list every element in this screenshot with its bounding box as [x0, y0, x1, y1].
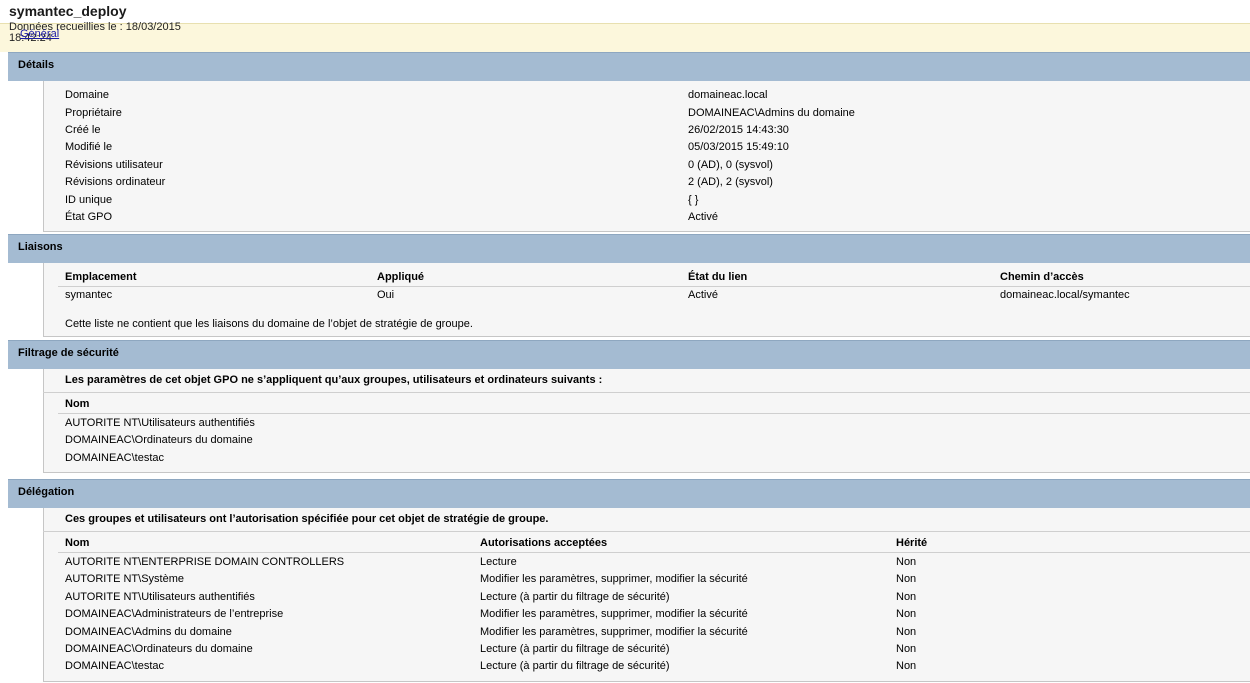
details-label: Créé le: [65, 124, 101, 136]
page-title: symantec_deploy: [9, 3, 127, 19]
delegation-cell: Modifier les paramètres, supprimer, modi…: [480, 573, 748, 585]
delegation-cell: DOMAINEAC\testac: [65, 660, 165, 672]
links-title: Liaisons: [18, 241, 63, 253]
delegation-header-divider: [58, 552, 1250, 553]
delegation-cell: Non: [896, 660, 917, 672]
security-header-divider: [58, 413, 1250, 414]
delegation-cell: Lecture: [480, 556, 517, 568]
links-note: Cette liste ne contient que les liaisons…: [65, 318, 473, 330]
delegation-cell: Lecture (à partir du filtrage de sécurit…: [480, 660, 670, 672]
delegation-cell: Non: [896, 608, 917, 620]
links-header[interactable]: Liaisons: [8, 234, 1250, 263]
security-col-header: Nom: [65, 398, 90, 410]
delegation-description: Ces groupes et utilisateurs ont l’autori…: [65, 513, 549, 525]
details-value: DOMAINEAC\Admins du domaine: [688, 107, 855, 119]
delegation-cell: Modifier les paramètres, supprimer, modi…: [480, 608, 748, 620]
details-label: État GPO: [65, 211, 113, 223]
links-header-divider: [58, 286, 1250, 287]
delegation-cell: DOMAINEAC\Ordinateurs du domaine: [65, 643, 253, 655]
delegation-col-header: Hérité: [896, 537, 928, 549]
details-value: 0 (AD), 0 (sysvol): [688, 159, 773, 171]
delegation-cell: DOMAINEAC\Admins du domaine: [65, 626, 232, 638]
details-value: { }: [688, 194, 699, 206]
delegation-cell: Lecture (à partir du filtrage de sécurit…: [480, 643, 670, 655]
details-value: 26/02/2015 14:43:30: [688, 124, 789, 136]
details-label: Domaine: [65, 89, 110, 101]
links-col-header: Emplacement: [65, 271, 137, 283]
security-row: DOMAINEAC\testac: [65, 452, 165, 464]
links-cell: Activé: [688, 289, 718, 301]
delegation-cell: AUTORITE NT\Système: [65, 573, 184, 585]
security-title: Filtrage de sécurité: [18, 347, 119, 359]
links-col-header: État du lien: [688, 271, 748, 283]
delegation-col-header: Autorisations acceptées: [480, 537, 608, 549]
delegation-cell: Modifier les paramètres, supprimer, modi…: [480, 626, 748, 638]
details-label: Révisions ordinateur: [65, 176, 166, 188]
delegation-header[interactable]: Délégation: [8, 479, 1250, 508]
security-description: Les paramètres de cet objet GPO ne s’app…: [65, 374, 603, 386]
delegation-title: Délégation: [18, 486, 75, 498]
delegation-cell: Non: [896, 643, 917, 655]
delegation-cell: Non: [896, 556, 917, 568]
delegation-cell: AUTORITE NT\ENTERPRISE DOMAIN CONTROLLER…: [65, 556, 345, 568]
links-cell: domaineac.local/symantec: [1000, 289, 1130, 301]
delegation-cell: AUTORITE NT\Utilisateurs authentifiés: [65, 591, 255, 603]
security-row: DOMAINEAC\Ordinateurs du domaine: [65, 434, 253, 446]
security-divider: [43, 392, 1250, 393]
delegation-cell: Lecture (à partir du filtrage de sécurit…: [480, 591, 670, 603]
details-label: ID unique: [65, 194, 113, 206]
details-value: Activé: [688, 211, 718, 223]
details-label: Propriétaire: [65, 107, 122, 119]
delegation-cell: Non: [896, 626, 917, 638]
details-value: 2 (AD), 2 (sysvol): [688, 176, 773, 188]
links-cell: symantec: [65, 289, 113, 301]
delegation-cell: DOMAINEAC\Administrateurs de l’entrepris…: [65, 608, 284, 620]
details-label: Révisions utilisateur: [65, 159, 163, 171]
links-col-header: Appliqué: [377, 271, 425, 283]
details-title: Détails: [18, 59, 55, 71]
details-body: [43, 81, 1250, 232]
details-value: 05/03/2015 15:49:10: [688, 141, 789, 153]
delegation-col-header: Nom: [65, 537, 90, 549]
delegation-cell: Non: [896, 573, 917, 585]
delegation-cell: Non: [896, 591, 917, 603]
security-row: AUTORITE NT\Utilisateurs authentifiés: [65, 417, 255, 429]
links-col-header: Chemin d’accès: [1000, 271, 1084, 283]
details-label: Modifié le: [65, 141, 113, 153]
security-header[interactable]: Filtrage de sécurité: [8, 340, 1250, 369]
details-header[interactable]: Détails: [8, 52, 1250, 81]
details-value: domaineac.local: [688, 89, 768, 101]
delegation-divider: [43, 531, 1250, 532]
general-link[interactable]: Général: [20, 28, 59, 40]
info-bar: [0, 23, 1250, 52]
links-cell: Oui: [377, 289, 395, 301]
